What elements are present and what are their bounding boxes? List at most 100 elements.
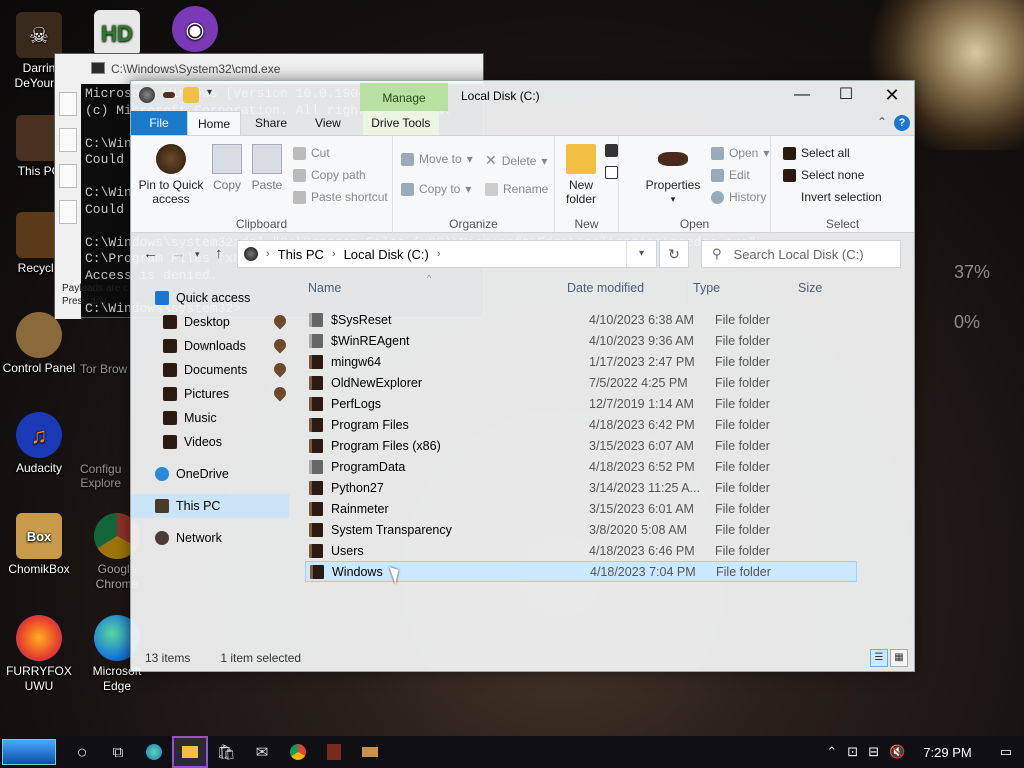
properties-qat-icon[interactable] (163, 92, 175, 98)
collapse-ribbon-icon[interactable]: ⌃ (877, 115, 887, 129)
table-row[interactable]: Python27 3/14/2023 11:25 A... File folder (305, 477, 857, 498)
edge-icon[interactable] (136, 736, 172, 768)
properties-button[interactable]: Properties ▾ (641, 144, 705, 206)
sidebar-item-desktop[interactable]: Desktop (131, 310, 289, 334)
qat-dropdown-icon[interactable]: ▾ (207, 87, 223, 103)
sidebar-item-music[interactable]: Music (131, 406, 289, 430)
maximize-button[interactable]: ☐ (823, 81, 869, 111)
rename-button[interactable]: Rename (485, 182, 548, 196)
breadcrumb-this-pc[interactable]: This PC (278, 247, 324, 262)
help-icon[interactable]: ? (894, 115, 910, 131)
large-icons-view-icon[interactable]: ▦ (890, 649, 908, 667)
table-row[interactable]: Program Files (x86) 3/15/2023 6:07 AM File… (305, 435, 857, 456)
tab-view[interactable]: View (301, 111, 355, 135)
copy-path-button[interactable]: Copy path (293, 168, 366, 182)
desktop-icon-firefox[interactable]: FURRYFOX UWU (0, 615, 78, 694)
tab-share[interactable]: Share (241, 111, 301, 135)
desktop-icon-chomikbox[interactable]: Box ChomikBox (0, 513, 78, 577)
sidebar-item-this-pc[interactable]: This PC (131, 494, 289, 518)
desktop-icon-tor[interactable]: ◉ (156, 6, 234, 55)
column-header-type[interactable]: Type (693, 281, 720, 295)
file-explorer-window[interactable]: ▾ Manage Local Disk (C:) — ☐ ✕ File Home… (130, 80, 915, 672)
network-icon[interactable]: ⊟ (868, 744, 879, 760)
tab-home[interactable]: Home (187, 111, 241, 135)
column-header-size[interactable]: Size (798, 281, 822, 295)
file-explorer-icon[interactable] (172, 736, 208, 768)
table-row[interactable]: PerfLogs 12/7/2019 1:14 AM File folder (305, 393, 857, 414)
app-icon[interactable] (316, 736, 352, 768)
mail-icon[interactable]: ✉ (244, 736, 280, 768)
side-checkbox[interactable] (59, 92, 77, 116)
column-separator[interactable] (561, 279, 562, 303)
history-button[interactable]: History (711, 190, 766, 204)
desktop-icon-hxd[interactable]: HD (78, 10, 156, 59)
address-dropdown-button[interactable]: ▾ (626, 241, 656, 267)
sidebar-item-pictures[interactable]: Pictures (131, 382, 289, 406)
column-separator[interactable] (791, 279, 792, 303)
column-separator[interactable] (861, 279, 862, 303)
minimize-button[interactable]: — (779, 81, 825, 111)
chrome-icon[interactable] (280, 736, 316, 768)
side-checkbox[interactable] (59, 164, 77, 188)
column-separator[interactable] (687, 279, 688, 303)
details-view-icon[interactable]: ☰ (870, 649, 888, 667)
sidebar-item-downloads[interactable]: Downloads (131, 334, 289, 358)
select-all-button[interactable]: Select all (783, 146, 850, 160)
back-button[interactable]: ← (143, 245, 158, 262)
sidebar-item-videos[interactable]: Videos (131, 430, 289, 454)
edit-button[interactable]: Edit (711, 168, 750, 182)
manage-tab[interactable]: Manage (360, 83, 448, 111)
start-button[interactable] (2, 739, 56, 765)
meet-now-icon[interactable]: ⊡ (847, 744, 858, 760)
side-checkbox[interactable] (59, 200, 77, 224)
volume-muted-icon[interactable]: 🔇 (889, 744, 905, 760)
task-view-icon[interactable]: ⧉ (100, 736, 136, 768)
delete-button[interactable]: ✕ Delete ▾ (485, 152, 547, 169)
invert-selection-button[interactable]: Invert selection (783, 190, 882, 204)
desktop-icon-control-panel[interactable]: Control Panel (0, 312, 78, 376)
table-row[interactable]: ProgramData 4/18/2023 6:52 PM File folder (305, 456, 857, 477)
move-to-button[interactable]: Move to ▾ (401, 152, 473, 166)
table-row[interactable]: $WinREAgent 4/10/2023 9:36 AM File folder (305, 330, 857, 351)
address-bar[interactable]: › This PC › Local Disk (C:) › ▾ (237, 240, 657, 268)
sidebar-item-quick-access[interactable]: Quick access (131, 286, 289, 310)
select-none-button[interactable]: Select none (783, 168, 864, 182)
table-row[interactable]: $SysReset 4/10/2023 6:38 AM File folder (305, 309, 857, 330)
column-header-date[interactable]: Date modified (567, 281, 644, 295)
pin-to-quick-access-button[interactable]: Pin to Quick access (135, 144, 207, 206)
desktop-icon-audacity[interactable]: ♫ Audacity (0, 412, 78, 476)
copy-button[interactable]: Copy (209, 144, 245, 192)
copy-to-button[interactable]: Copy to ▾ (401, 182, 471, 196)
search-icon[interactable]: ○ (64, 736, 100, 768)
easy-access-button[interactable] (605, 166, 618, 179)
app-icon[interactable] (352, 736, 388, 768)
explorer-titlebar[interactable]: ▾ Manage Local Disk (C:) — ☐ ✕ (131, 81, 914, 111)
table-row[interactable]: Program Files 4/18/2023 6:42 PM File folde… (305, 414, 857, 435)
close-button[interactable]: ✕ (869, 81, 915, 111)
new-folder-button[interactable]: New folder (559, 144, 603, 206)
new-item-button[interactable] (605, 144, 618, 157)
cut-button[interactable]: Cut (293, 146, 330, 160)
table-row[interactable]: Windows 4/18/2023 7:04 PM File folder (305, 561, 857, 582)
breadcrumb-local-disk[interactable]: Local Disk (C:) (344, 247, 429, 262)
side-checkbox[interactable] (59, 128, 77, 152)
forward-button[interactable]: → (171, 245, 186, 262)
open-button[interactable]: Open ▾ (711, 146, 769, 160)
store-icon[interactable]: 🛍 (208, 736, 244, 768)
chevron-up-icon[interactable]: ⌃ (826, 744, 837, 760)
sidebar-item-documents[interactable]: Documents (131, 358, 289, 382)
tab-drive-tools[interactable]: Drive Tools (362, 111, 439, 135)
sidebar-item-network[interactable]: Network (131, 526, 289, 550)
table-row[interactable]: Users 4/18/2023 6:46 PM File folder (305, 540, 857, 561)
column-header-name[interactable]: Name (308, 281, 341, 295)
search-input[interactable]: ⚲ Search Local Disk (C:) (701, 240, 901, 268)
new-folder-qat-icon[interactable] (183, 87, 199, 103)
paste-shortcut-button[interactable]: Paste shortcut (293, 190, 388, 204)
up-button[interactable]: ↑ (215, 245, 223, 262)
table-row[interactable]: OldNewExplorer 7/5/2022 4:25 PM File folde… (305, 372, 857, 393)
clock[interactable]: 7:29 PM (923, 745, 971, 760)
sidebar-item-onedrive[interactable]: OneDrive (131, 462, 289, 486)
notification-icon[interactable]: ▭ (1000, 744, 1012, 760)
refresh-button[interactable]: ↻ (659, 240, 689, 268)
paste-button[interactable]: Paste (249, 144, 285, 192)
